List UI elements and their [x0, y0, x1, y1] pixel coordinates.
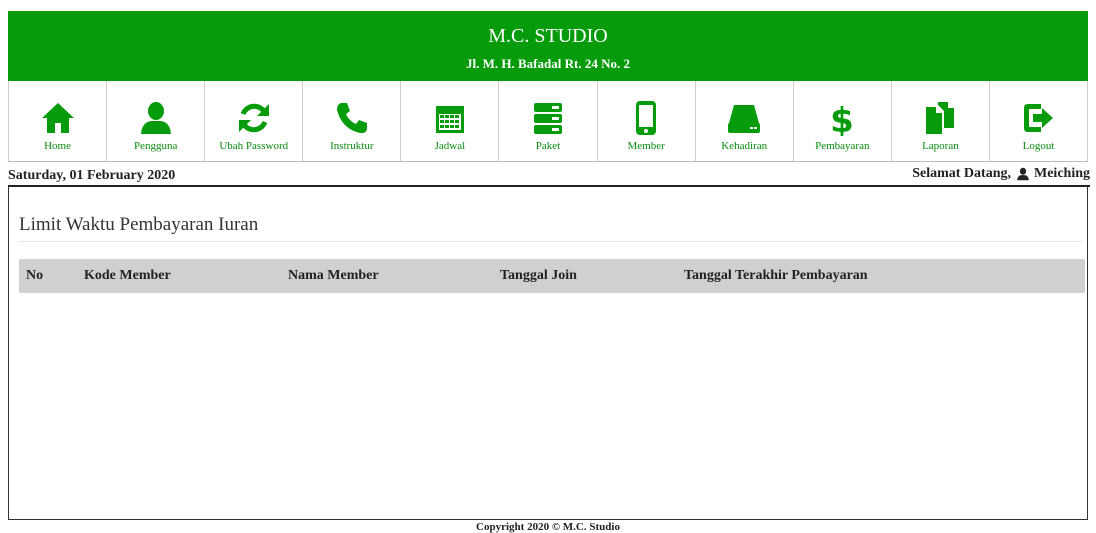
nav-item-home[interactable]: Home [8, 81, 108, 161]
footer-copyright: Copyright 2020 © M.C. Studio [476, 521, 620, 533]
nav-label-paket: Paket [535, 140, 561, 152]
documents-icon [922, 100, 958, 136]
dollar-icon: $ [824, 100, 860, 136]
nav-label-instruktur: Instruktur [330, 140, 374, 152]
payment-limit-table: No Kode Member Nama Member Tanggal Join … [19, 259, 1085, 293]
column-header-tanggal-terakhir-pembayaran: Tanggal Terakhir Pembayaran [684, 259, 1085, 293]
nav-label-pembayaran: Pembayaran [815, 140, 870, 152]
server-icon [530, 100, 566, 136]
nav-item-ubah-password[interactable]: Ubah Password [205, 81, 304, 161]
app-title: M.C. STUDIO [488, 25, 608, 47]
column-header-kode-member: Kode Member [84, 259, 288, 293]
table-header-row: No Kode Member Nama Member Tanggal Join … [19, 259, 1085, 293]
nav-label-kehadiran: Kehadiran [721, 140, 768, 152]
nav-label-jadwal: Jadwal [434, 140, 466, 152]
date-bar: Saturday, 01 February 2020 Selamat Datan… [8, 163, 1090, 187]
nav-item-instruktur[interactable]: Instruktur [303, 81, 402, 161]
nav-label-ubah-password: Ubah Password [219, 140, 289, 152]
nav-item-kehadiran[interactable]: Kehadiran [696, 81, 794, 161]
column-header-tanggal-join: Tanggal Join [500, 259, 684, 293]
svg-text:$: $ [830, 101, 854, 136]
nav-item-pengguna[interactable]: Pengguna [107, 81, 206, 161]
nav-item-laporan[interactable]: Laporan [892, 81, 990, 161]
logout-icon [1020, 100, 1056, 136]
calendar-icon [432, 100, 468, 136]
nav-item-member[interactable]: Member [598, 81, 696, 161]
current-date: Saturday, 01 February 2020 [8, 168, 176, 183]
column-header-no: No [19, 259, 84, 293]
nav-label-logout: Logout [1022, 140, 1055, 152]
nav-item-pembayaran[interactable]: $ Pembayaran [794, 81, 892, 161]
nav-label-member: Member [627, 140, 665, 152]
app-header: M.C. STUDIO Jl. M. H. Bafadal Rt. 24 No.… [8, 11, 1088, 81]
user-icon [1016, 167, 1030, 181]
column-header-nama-member: Nama Member [288, 259, 500, 293]
nav-label-laporan: Laporan [922, 140, 959, 152]
user-icon [138, 100, 174, 136]
hdd-icon [726, 100, 762, 136]
main-content: Limit Waktu Pembayaran Iuran No Kode Mem… [8, 187, 1088, 520]
app-address: Jl. M. H. Bafadal Rt. 24 No. 2 [466, 56, 630, 71]
home-icon [40, 100, 76, 136]
nav-label-home: Home [44, 140, 71, 152]
welcome-text: Selamat Datang, [912, 166, 1011, 181]
page-title: Limit Waktu Pembayaran Iuran [19, 214, 259, 235]
nav-label-pengguna: Pengguna [133, 140, 178, 152]
welcome-message: Selamat Datang, Meiching [912, 166, 1090, 182]
nav-item-paket[interactable]: Paket [499, 81, 598, 161]
phone-icon [334, 100, 370, 136]
nav-item-logout[interactable]: Logout [990, 81, 1089, 161]
main-nav: Home Pengguna Ubah Password Instruktur J… [8, 81, 1089, 162]
mobile-icon [628, 100, 664, 136]
username: Meiching [1034, 166, 1090, 181]
divider [19, 241, 1083, 242]
nav-item-jadwal[interactable]: Jadwal [401, 81, 500, 161]
refresh-icon [236, 100, 272, 136]
